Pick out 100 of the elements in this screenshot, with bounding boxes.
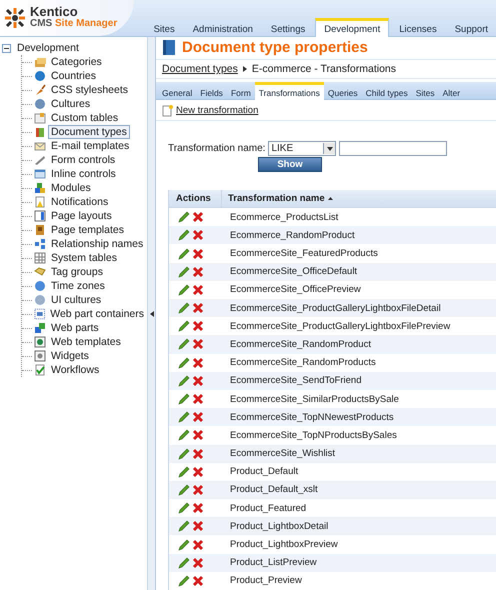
delete-icon[interactable] bbox=[192, 574, 204, 587]
delete-icon[interactable] bbox=[192, 211, 204, 224]
pencil-icon[interactable] bbox=[178, 229, 190, 242]
pencil-icon[interactable] bbox=[178, 502, 190, 514]
tree-item[interactable]: Tag groups bbox=[48, 265, 106, 279]
delete-icon[interactable] bbox=[192, 302, 204, 314]
breadcrumb-link[interactable]: Document types bbox=[162, 63, 238, 76]
tree-item[interactable]: Relationship names bbox=[48, 237, 146, 251]
sub-tab[interactable]: Fields bbox=[196, 82, 227, 100]
tree-item[interactable]: Web part containers bbox=[47, 307, 147, 321]
delete-icon[interactable] bbox=[192, 338, 204, 350]
breadcrumb-current: E-commerce - Transformations bbox=[252, 63, 396, 76]
pencil-icon[interactable] bbox=[178, 411, 190, 424]
table-cell-text: Product_Default_xslt bbox=[229, 484, 318, 496]
sub-tab[interactable]: Form bbox=[226, 82, 255, 100]
tree-item[interactable]: Cultures bbox=[48, 97, 94, 111]
pencil-icon[interactable] bbox=[178, 448, 190, 460]
pencil-icon[interactable] bbox=[178, 556, 190, 569]
filter-input[interactable] bbox=[339, 141, 448, 156]
tree-item[interactable]: System tables bbox=[48, 251, 120, 265]
delete-icon[interactable] bbox=[192, 393, 204, 406]
main-tab[interactable]: Development bbox=[315, 18, 390, 37]
show-button[interactable]: Show bbox=[258, 157, 322, 172]
main-tab[interactable]: Sites bbox=[146, 18, 183, 37]
main-tab[interactable]: Support bbox=[446, 18, 496, 37]
tree-item[interactable]: Custom tables bbox=[48, 111, 122, 125]
delete-icon[interactable] bbox=[192, 556, 204, 569]
delete-icon[interactable] bbox=[192, 520, 204, 532]
tree-item[interactable]: Categories bbox=[48, 55, 105, 69]
delete-icon[interactable] bbox=[192, 484, 204, 496]
tree-item[interactable]: Countries bbox=[48, 69, 99, 83]
sub-tab[interactable]: Sites bbox=[412, 82, 439, 100]
pencil-icon[interactable] bbox=[178, 466, 190, 478]
sub-tab[interactable]: Transformations bbox=[254, 82, 324, 100]
table-cell-text: EcommerceSite_TopNNewestProducts bbox=[229, 412, 394, 423]
tree-item[interactable]: Form controls bbox=[48, 153, 118, 167]
pencil-icon[interactable] bbox=[178, 374, 190, 387]
pencil-icon[interactable] bbox=[178, 574, 190, 587]
tree-item[interactable]: Web parts bbox=[48, 321, 102, 335]
pencil-icon[interactable] bbox=[178, 248, 190, 260]
operator-dropdown[interactable]: LIKE bbox=[268, 141, 336, 156]
pencil-icon[interactable] bbox=[178, 302, 190, 314]
tree-item[interactable]: Workflows bbox=[48, 363, 102, 377]
tree-item[interactable]: Modules bbox=[48, 181, 94, 195]
column-header[interactable]: Transformation name bbox=[222, 190, 333, 208]
pencil-icon[interactable] bbox=[178, 320, 190, 332]
delete-icon[interactable] bbox=[192, 266, 204, 278]
new-transformation-link[interactable]: New transformation bbox=[176, 104, 258, 116]
sub-tab[interactable]: Alter bbox=[438, 82, 464, 100]
pencil-icon[interactable] bbox=[178, 284, 190, 296]
delete-icon[interactable] bbox=[192, 320, 204, 332]
delete-icon[interactable] bbox=[192, 229, 204, 242]
tree-item[interactable]: Notifications bbox=[48, 195, 112, 209]
diagram-icon bbox=[34, 238, 46, 250]
page-title: Document type properties bbox=[182, 39, 368, 56]
delete-icon[interactable] bbox=[192, 429, 204, 442]
delete-icon[interactable] bbox=[192, 411, 204, 424]
delete-icon[interactable] bbox=[192, 538, 204, 551]
tree-item[interactable]: Time zones bbox=[48, 279, 108, 293]
grid-icon bbox=[34, 252, 46, 264]
pencil-icon[interactable] bbox=[178, 393, 190, 406]
pencil-icon[interactable] bbox=[178, 338, 190, 350]
collapse-arrow-icon[interactable] bbox=[150, 310, 154, 316]
tree-item[interactable]: Document types bbox=[48, 125, 130, 139]
pencil-icon[interactable] bbox=[178, 520, 190, 532]
delete-icon[interactable] bbox=[192, 448, 204, 460]
delete-icon[interactable] bbox=[192, 284, 204, 296]
delete-icon[interactable] bbox=[192, 466, 204, 478]
main-tab[interactable]: Administration bbox=[184, 18, 261, 37]
sub-tab[interactable]: General bbox=[158, 82, 196, 100]
sub-tab[interactable]: Queries bbox=[324, 82, 362, 100]
window-icon bbox=[34, 168, 46, 180]
pencil-icon[interactable] bbox=[178, 266, 190, 278]
tree-item[interactable]: Widgets bbox=[48, 349, 92, 363]
table-cell-text: EcommerceSite_SendToFriend bbox=[229, 375, 362, 386]
pencil-icon[interactable] bbox=[178, 211, 190, 224]
tree-item[interactable]: Page layouts bbox=[48, 209, 115, 223]
pencil-icon[interactable] bbox=[178, 429, 190, 442]
delete-icon[interactable] bbox=[192, 502, 204, 514]
table-cell-text: EcommerceSite_RandomProduct bbox=[229, 338, 371, 350]
tree-item[interactable]: UI cultures bbox=[48, 293, 104, 307]
pencil-icon[interactable] bbox=[178, 484, 190, 496]
delete-icon[interactable] bbox=[192, 374, 204, 387]
collapse-icon[interactable] bbox=[2, 44, 11, 52]
logo-product: CMS Site Manager bbox=[30, 18, 118, 30]
tree-item[interactable]: Web templates bbox=[48, 335, 124, 349]
tree-item[interactable]: E-mail templates bbox=[48, 139, 132, 153]
tree-item[interactable]: CSS stylesheets bbox=[48, 83, 132, 97]
pencil-icon[interactable] bbox=[178, 538, 190, 551]
main-tab[interactable]: Settings bbox=[262, 18, 314, 37]
table-cell-text: Product_Default bbox=[229, 466, 298, 478]
table-cell-text: Product_Featured bbox=[229, 502, 306, 514]
main-tab[interactable]: Licenses bbox=[391, 18, 445, 37]
delete-icon[interactable] bbox=[192, 248, 204, 260]
tree-root-label[interactable]: Development bbox=[14, 41, 82, 55]
tree-item[interactable]: Inline controls bbox=[48, 167, 119, 181]
sub-tab[interactable]: Child types bbox=[362, 82, 412, 100]
pencil-icon[interactable] bbox=[178, 356, 190, 369]
delete-icon[interactable] bbox=[192, 356, 204, 369]
tree-item[interactable]: Page templates bbox=[48, 223, 127, 237]
